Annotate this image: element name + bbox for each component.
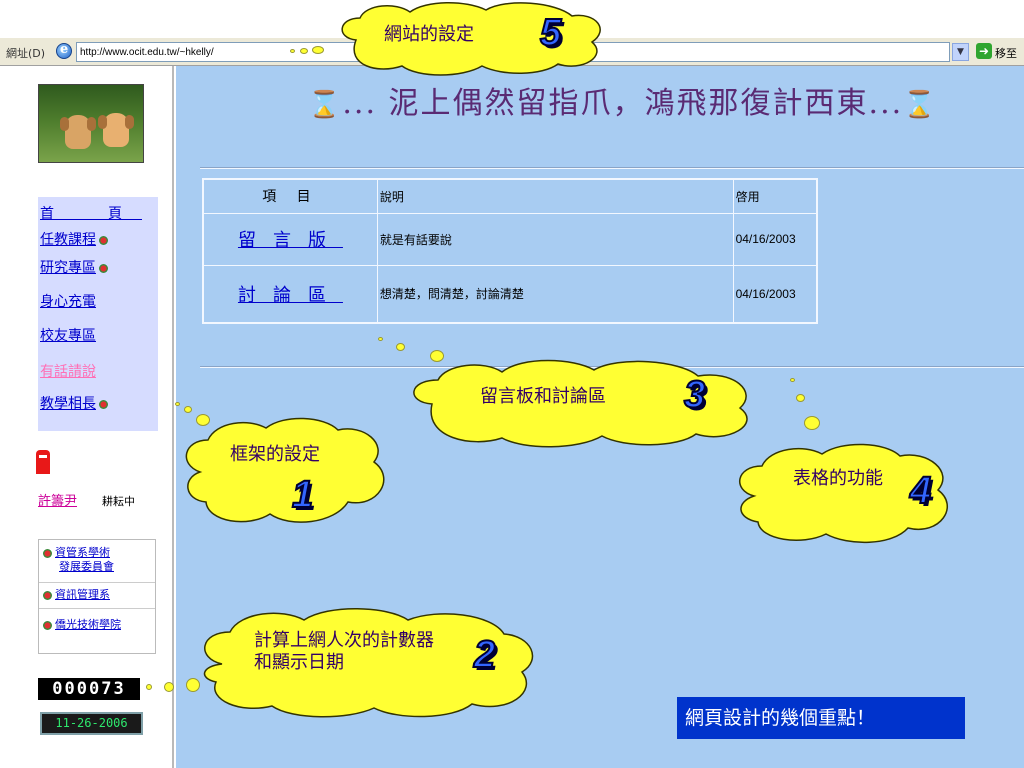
puppy-left [60, 115, 96, 149]
callout-guestbook-forum: 留言板和討論區 3 [398, 358, 768, 448]
link-text: 資管系學術 [55, 546, 110, 559]
row-date-cell: 04/16/2003 [732, 212, 818, 266]
nav-item-teaching[interactable]: 教學相長 [40, 393, 108, 413]
callout-tail-dot [146, 684, 152, 690]
horizontal-rule [200, 167, 1024, 169]
callout-tail-dot [804, 416, 820, 430]
row-desc-cell: 就是有話要說 [376, 212, 734, 266]
callout-number: 3 [683, 373, 706, 417]
callout-table-function: 表格的功能 4 [730, 440, 960, 546]
row-desc-cell: 想清楚，問清楚，討論清楚 [376, 264, 734, 324]
nav-item-label: 任教課程 [40, 232, 96, 248]
callout-counter-date: 計算上網人次的計數器和顯示日期 2 [192, 604, 538, 720]
callout-tail-dot [300, 48, 308, 54]
callout-tail-dot [164, 682, 174, 692]
nav-menu: 首 頁 任教課程 研究專區 身心充電 校友專區 有話請說 教學相長 [38, 197, 158, 431]
hourglass-icon: ⌛ [903, 90, 938, 120]
table-row: 討論區 想清楚，問清楚，討論清楚 04/16/2003 [202, 264, 818, 324]
callout-text: 計算上網人次的計數器和顯示日期 [254, 630, 434, 673]
callout-tail-dot [290, 49, 295, 53]
link-text: 發展委員會 [59, 560, 114, 573]
row-item-cell: 留言版 [202, 212, 378, 266]
author-suffix: 耕耘中 [102, 495, 135, 508]
callout-tail-dot [796, 394, 805, 402]
callout-number: 4 [909, 469, 932, 513]
flower-icon [43, 548, 52, 558]
nav-item-label: 研究專區 [40, 260, 96, 276]
callout-text: 表格的功能 [793, 468, 883, 489]
nav-item-label: 教學相長 [40, 396, 96, 412]
link-text: 僑光技術學院 [55, 618, 121, 631]
flower-icon [99, 399, 108, 409]
nav-item-recharge[interactable]: 身心充電 [40, 291, 96, 311]
row-item-cell: 討論區 [202, 264, 378, 324]
forum-link[interactable]: 討論區 [238, 285, 343, 306]
callout-tail-dot [196, 414, 210, 426]
go-button-label[interactable]: 移至 [995, 45, 1017, 61]
nav-item-label: 有話請說 [40, 364, 96, 380]
callout-number: 5 [539, 11, 562, 55]
callout-text: 框架的設定 [230, 444, 320, 465]
divider [39, 582, 155, 583]
guestbook-link[interactable]: 留言版 [238, 230, 343, 251]
nav-item-label: 首 頁 [40, 206, 142, 222]
flower-icon [43, 620, 52, 630]
callout-frame-settings: 框架的設定 1 [178, 414, 396, 528]
related-links-box: 資管系學術 發展委員會 資訊管理系 僑光技術學院 [38, 539, 156, 654]
flower-icon [99, 263, 108, 273]
address-label: 網址(D) [6, 47, 46, 60]
nav-item-research[interactable]: 研究專區 [40, 257, 108, 277]
header-date: 啓用 [732, 178, 818, 214]
callout-tail-dot [396, 343, 405, 351]
nav-item-label: 校友專區 [40, 328, 96, 344]
callout-number: 2 [473, 633, 496, 677]
left-navigation-frame: 首 頁 任教課程 研究專區 身心充電 校友專區 有話請說 教學相長 許籌尹 耕耘… [0, 66, 174, 768]
flower-icon [99, 235, 108, 245]
mailbox-icon[interactable] [36, 450, 50, 474]
link-text: 資訊管理系 [55, 588, 110, 601]
marquee-line: 泥上偶然留指爪，鴻飛那復計西東 [388, 86, 869, 121]
date-display: 11-26-2006 [40, 712, 143, 735]
nav-item-home[interactable]: 首 頁 [40, 203, 142, 223]
callout-tail-dot [184, 406, 192, 413]
ie-page-icon [56, 42, 72, 59]
puppy-right [98, 113, 134, 147]
callout-text: 留言板和討論區 [480, 386, 606, 407]
link-mis-committee[interactable]: 資管系學術 發展委員會 [43, 546, 114, 574]
visitor-counter: 000073 [38, 678, 140, 700]
callout-tail-dot [312, 46, 324, 54]
link-ocit[interactable]: 僑光技術學院 [43, 618, 121, 632]
callout-site-settings: 網站的設定 5 [326, 0, 610, 76]
nav-item-label: 身心充電 [40, 294, 96, 310]
callout-number: 1 [291, 473, 314, 517]
nav-item-courses[interactable]: 任教課程 [40, 229, 108, 249]
link-mis-dept[interactable]: 資訊管理系 [43, 588, 110, 602]
callout-text: 網站的設定 [384, 24, 474, 45]
flower-icon [43, 590, 52, 600]
callout-tail-dot [378, 337, 383, 341]
go-arrow-icon[interactable]: ➜ [976, 43, 992, 59]
slide-caption: 網頁設計的幾個重點！ [677, 697, 965, 739]
callout-tail-dot [430, 350, 444, 362]
row-date-cell: 04/16/2003 [732, 264, 818, 324]
header-desc: 說明 [376, 178, 734, 214]
cloud-shape [185, 417, 385, 523]
chevron-down-icon[interactable]: ▼ [952, 43, 969, 61]
callout-tail-dot [186, 678, 200, 692]
header-item: 項 目 [202, 178, 378, 214]
divider [39, 608, 155, 609]
callout-tail-dot [175, 402, 180, 406]
table-row: 留言版 就是有話要說 04/16/2003 [202, 212, 818, 266]
marquee-dots: ... [342, 86, 377, 121]
feature-table: 項 目 說明 啓用 留言版 就是有話要說 04/16/2003 討論區 想清楚，… [202, 178, 818, 324]
puppies-photo [38, 84, 144, 163]
marquee-dots: ... [868, 86, 904, 121]
table-header-row: 項 目 說明 啓用 [202, 178, 818, 214]
nav-item-guestbook[interactable]: 有話請說 [40, 361, 96, 381]
hourglass-icon: ⌛ [308, 90, 343, 120]
author-link[interactable]: 許籌尹 [38, 490, 77, 509]
nav-item-alumni[interactable]: 校友專區 [40, 325, 96, 345]
callout-tail-dot [790, 378, 795, 382]
marquee-text: ⌛... 泥上偶然留指爪，鴻飛那復計西東...⌛ [308, 78, 938, 122]
